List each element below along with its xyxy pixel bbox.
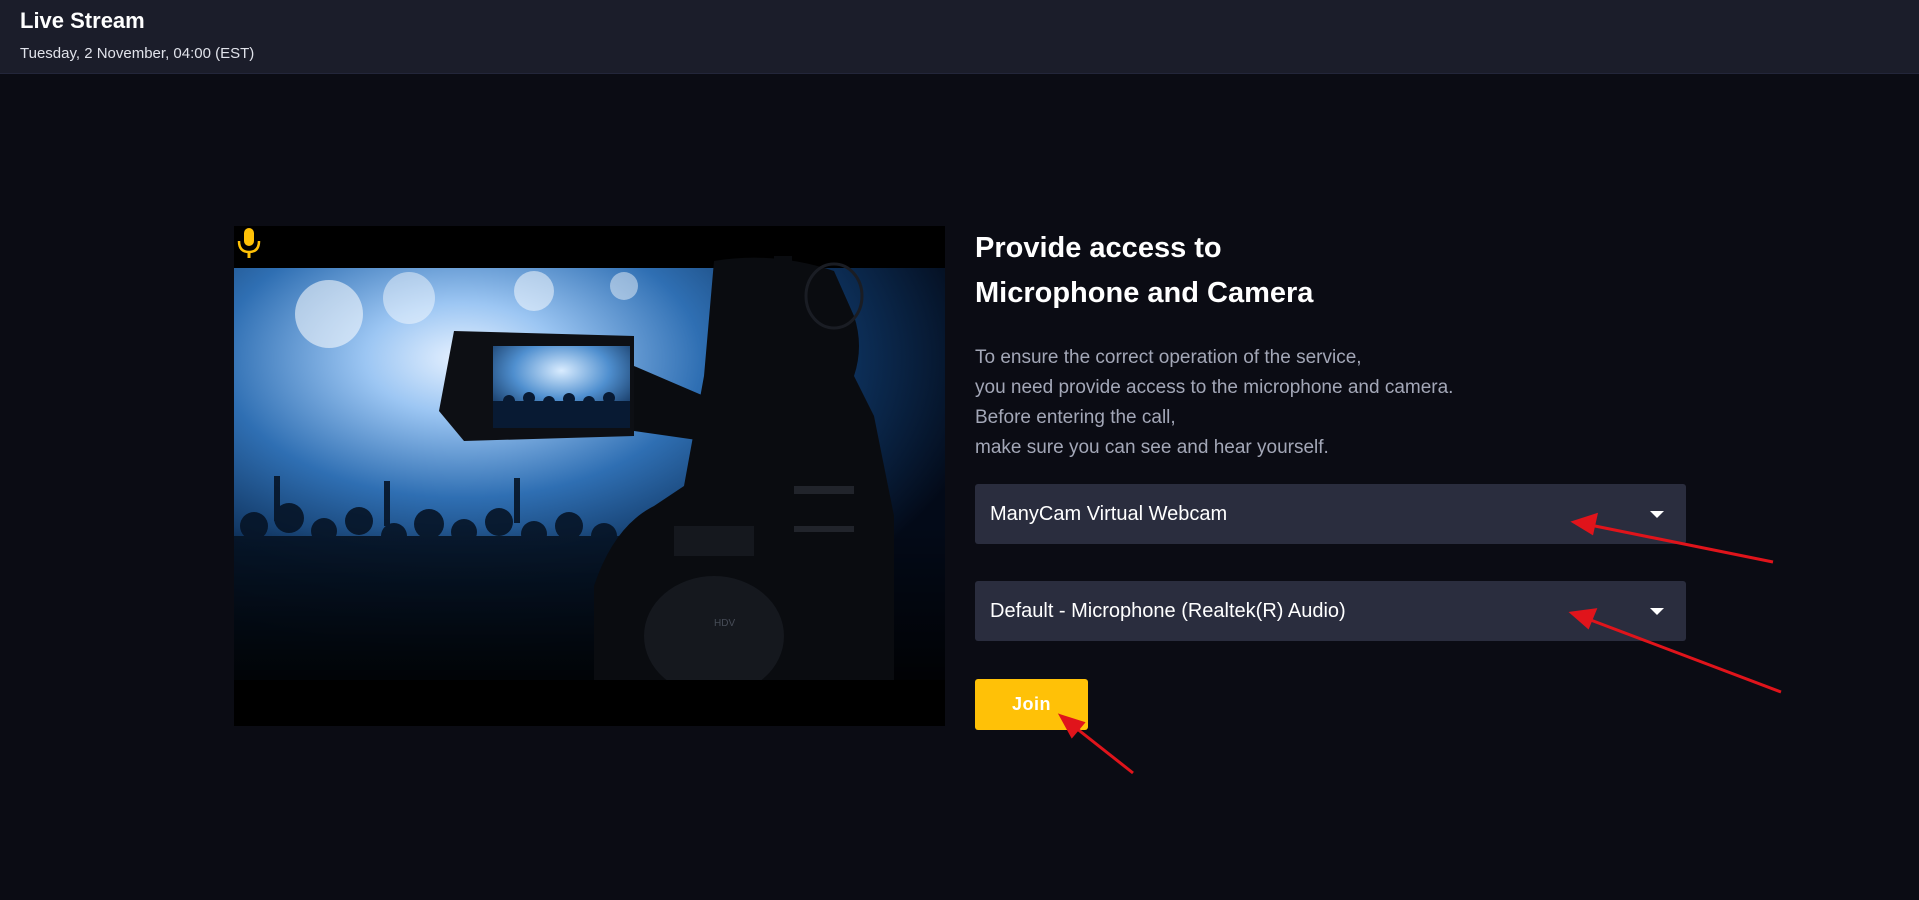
microphone-icon[interactable] [234, 226, 264, 260]
description-line: To ensure the correct operation of the s… [975, 347, 1362, 368]
page-title: Live Stream [20, 8, 145, 33]
microphone-select-value: Default - Microphone (Realtek(R) Audio) [990, 600, 1346, 622]
chevron-down-icon [1650, 511, 1664, 518]
description-line: you need provide access to the microphon… [975, 377, 1454, 398]
access-heading: Provide access to Microphone and Camera [975, 226, 1687, 316]
annotation-arrow [1075, 726, 1134, 775]
camera-select[interactable]: ManyCam Virtual Webcam [975, 484, 1686, 544]
camera-select-value: ManyCam Virtual Webcam [990, 503, 1228, 525]
heading-line-1: Provide access to [975, 232, 1222, 264]
microphone-select[interactable]: Default - Microphone (Realtek(R) Audio) [975, 581, 1686, 641]
svg-text:HDV: HDV [714, 618, 735, 629]
event-date: Tuesday, 2 November, 04:00 (EST) [20, 45, 255, 62]
chevron-down-icon [1650, 608, 1664, 615]
access-description: To ensure the correct operation of the s… [975, 343, 1687, 463]
description-line: make sure you can see and hear yourself. [975, 437, 1329, 458]
description-line: Before entering the call, [975, 407, 1176, 428]
heading-line-2: Microphone and Camera [975, 277, 1314, 309]
access-panel: Provide access to Microphone and Camera … [975, 226, 1687, 730]
top-bar: Live Stream Tuesday, 2 November, 04:00 (… [0, 0, 1919, 74]
camera-preview: HDV [234, 226, 945, 726]
camera-preview-image: HDV [234, 226, 945, 726]
join-button[interactable]: Join [975, 679, 1088, 730]
